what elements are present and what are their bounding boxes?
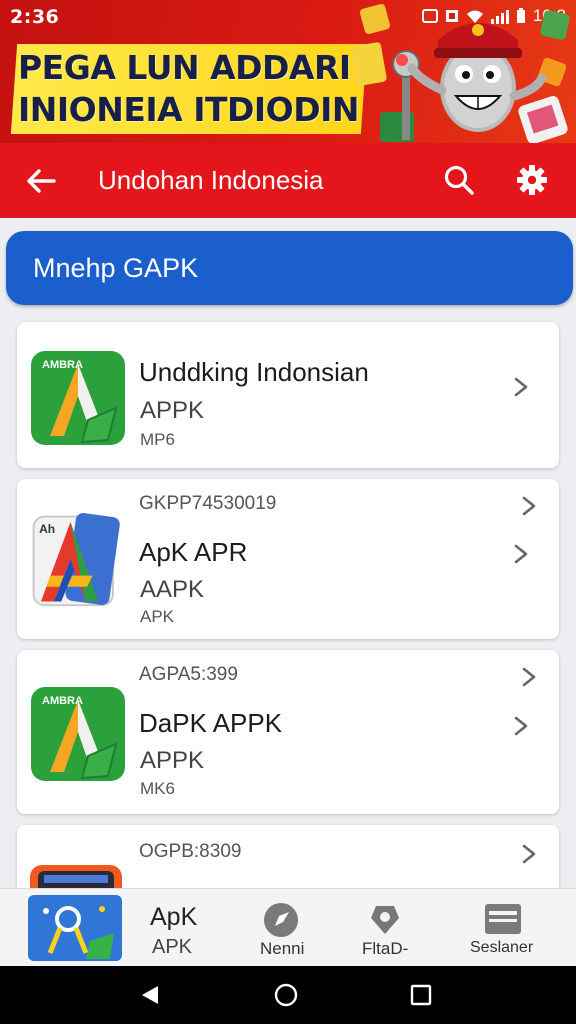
app-list-item[interactable]: Ah GKPP74530019 ApK APR AAPK APK (17, 479, 559, 639)
nav-apk-label[interactable]: ApK (150, 903, 197, 932)
app-bar-title: Undohan Indonesia (98, 165, 324, 195)
app-tag: APK (140, 607, 175, 626)
chevron-right-icon[interactable] (519, 495, 539, 517)
app-list-item[interactable]: AMBRA Unddking Indonsian APPK MP6 (17, 322, 559, 468)
nav-settings-label[interactable]: Seslaner (470, 939, 533, 957)
nav-apk-sublabel: APK (152, 936, 193, 958)
app-logo-icon: AMBRA (31, 351, 125, 445)
nav-feed-label[interactable]: FltaD- (362, 939, 408, 959)
app-title: DaPK APPK (139, 708, 283, 738)
app-list-item[interactable]: AMBRA AGPA5:399 DaPK APPK APPK MK6 (17, 650, 559, 814)
recents-square-icon[interactable] (410, 984, 432, 1006)
app-logo-text: AMBRA (42, 695, 83, 707)
bottom-navigation: ApK APK Nenni FltaD- Seslaner (0, 888, 576, 966)
chevron-right-icon[interactable] (519, 843, 539, 865)
nav-feed-icon[interactable] (368, 902, 402, 936)
app-subtitle: APPK (140, 397, 205, 424)
app-logo-icon: Ah (32, 512, 120, 607)
chevron-right-icon[interactable] (511, 715, 531, 737)
banner-title-line2: INIONEIA ITDIODIN (18, 90, 360, 129)
gear-icon[interactable] (515, 163, 549, 197)
nav-news-icon[interactable] (263, 902, 299, 938)
nav-news-label[interactable]: Nenni (260, 939, 304, 959)
app-bar: Undohan Indonesia (0, 143, 576, 218)
chevron-right-icon[interactable] (511, 543, 531, 565)
app-code: GKPP74530019 (139, 493, 277, 514)
app-logo-text: AMBRA (42, 359, 83, 371)
app-tag: MP6 (140, 430, 175, 449)
app-title: ApK APR (139, 537, 248, 567)
app-title: Unddking Indonsian (139, 357, 369, 387)
system-navigation-bar (0, 966, 576, 1024)
mascot-illustration (351, 3, 570, 143)
back-triangle-icon[interactable] (140, 984, 160, 1006)
app-code: AGPA5:399 (139, 664, 238, 685)
chevron-right-icon[interactable] (511, 376, 531, 398)
section-header-pill[interactable]: Mnehp GAPK (6, 231, 573, 305)
nav-apk-icon[interactable] (28, 895, 122, 961)
nav-settings-icon[interactable] (484, 903, 522, 935)
search-icon[interactable] (443, 164, 475, 196)
section-header-label: Mnehp GAPK (33, 253, 199, 283)
app-subtitle: APPK (140, 747, 205, 774)
app-logo-text: Ah (39, 522, 55, 536)
home-circle-icon[interactable] (274, 983, 298, 1007)
status-time: 2:36 (10, 6, 60, 28)
app-tag: MK6 (140, 779, 175, 798)
chevron-right-icon[interactable] (519, 666, 539, 688)
app-logo-icon: AMBRA (31, 687, 125, 781)
app-code: OGPB:8309 (139, 841, 242, 862)
promo-banner[interactable]: 2:36 10:8 PEGA LUN ADDARI INIONEIA ITDIO… (0, 0, 576, 143)
back-arrow-icon[interactable] (24, 165, 58, 197)
app-subtitle: AAPK (140, 576, 205, 603)
banner-title-line1: PEGA LUN ADDARI (18, 48, 351, 87)
